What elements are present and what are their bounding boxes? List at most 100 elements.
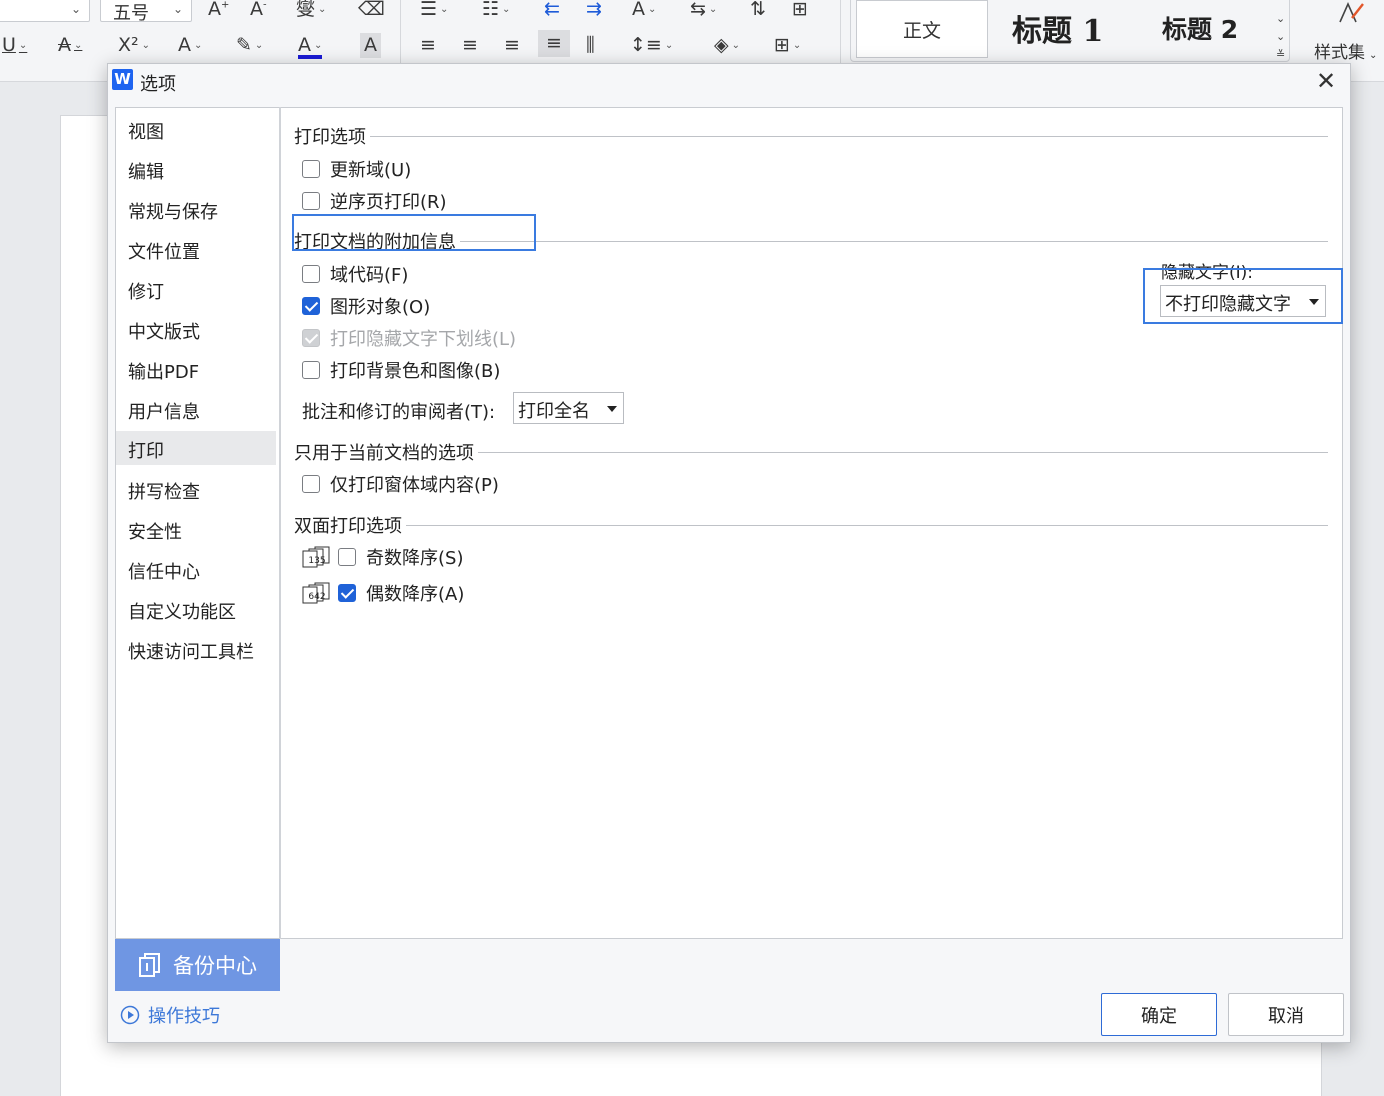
hidden-text-value: 不打印隐藏文字 (1165, 294, 1291, 315)
even-descending-checkbox[interactable] (338, 584, 356, 602)
grow-font-icon[interactable]: A+ (208, 0, 229, 19)
hidden-text-underline-checkbox (302, 329, 320, 347)
drawing-objects-checkbox[interactable] (302, 297, 320, 315)
clear-format-icon[interactable]: ⌫ (358, 0, 385, 19)
even-pages-stack-icon: 642 (302, 582, 330, 604)
nav-item-track-changes[interactable]: 修订 (116, 272, 276, 306)
char-shading-icon[interactable]: A (360, 33, 381, 58)
field-codes-checkbox[interactable] (302, 265, 320, 283)
shading-icon[interactable]: ◈ ⌄ (714, 36, 740, 55)
section-duplex: 双面打印选项 (294, 512, 1328, 538)
nav-item-general-save[interactable]: 常规与保存 (116, 192, 276, 226)
style-normal[interactable]: 正文 (856, 0, 988, 58)
odd-pages-stack-icon: 135 (302, 546, 330, 568)
decrease-indent-icon[interactable]: ⇇ (544, 0, 560, 19)
backup-center-button[interactable]: 备份中心 (115, 939, 280, 991)
hidden-text-label: 隐藏文字(I): (1161, 263, 1254, 283)
styles-scroll-icon[interactable]: ⌄ ⌄ ≚ (1276, 10, 1285, 64)
nav-item-trust-center[interactable]: 信任中心 (116, 552, 276, 586)
nav-item-file-locations[interactable]: 文件位置 (116, 232, 276, 266)
section-print-options-label: 打印选项 (294, 127, 366, 148)
align-center-icon[interactable]: ≡ (462, 36, 478, 55)
section-print-options: 打印选项 (294, 123, 1328, 149)
borders-icon[interactable]: ⊞ ⌄ (774, 36, 801, 55)
text-effect-icon[interactable]: A ⌄ (178, 36, 202, 55)
field-codes-option[interactable]: 域代码(F) (302, 261, 408, 287)
style-heading-1[interactable]: 标题 1 (1012, 6, 1103, 50)
text-direction-icon[interactable]: A ⌄ (632, 0, 656, 19)
underline-icon[interactable]: U ⌄ (2, 36, 27, 55)
nav-item-security[interactable]: 安全性 (116, 512, 276, 546)
style-set-icon[interactable] (1336, 0, 1366, 26)
drawing-objects-label: 图形对象(O) (330, 297, 431, 318)
strikethrough-icon[interactable]: A ⌄ (58, 36, 82, 55)
phonetic-guide-icon[interactable]: 燮 ⌄ (296, 0, 326, 19)
section-current-doc: 只用于当前文档的选项 (294, 439, 1328, 465)
line-spacing-icon[interactable]: ↕≡ ⌄ (630, 36, 673, 55)
reverse-order-checkbox[interactable] (302, 192, 320, 210)
show-marks-icon[interactable]: ⊞ (792, 0, 808, 19)
form-fields-only-label: 仅打印窗体域内容(P) (330, 475, 499, 496)
style-set-button[interactable]: 样式集 ⌄ (1314, 38, 1377, 63)
nav-item-export-pdf[interactable]: 输出PDF (116, 352, 276, 386)
form-fields-only-option[interactable]: 仅打印窗体域内容(P) (302, 471, 499, 497)
ribbon-separator (840, 0, 841, 70)
nav-item-view[interactable]: 视图 (116, 112, 276, 146)
wrap-icon[interactable]: ⇆ ⌄ (690, 0, 717, 19)
bullet-list-icon[interactable]: ☰ ⌄ (420, 0, 448, 19)
background-option[interactable]: 打印背景色和图像(B) (302, 357, 500, 383)
drawing-objects-option[interactable]: 图形对象(O) (302, 293, 430, 319)
close-icon: ✕ (1315, 67, 1337, 95)
numbered-list-icon[interactable]: ☷ ⌄ (482, 0, 510, 19)
tips-link[interactable]: 操作技巧 (120, 1002, 220, 1028)
font-size-combo[interactable]: 五号 ⌄ (100, 0, 192, 24)
field-codes-label: 域代码(F) (330, 265, 409, 286)
update-fields-option[interactable]: 更新域(U) (302, 156, 411, 182)
font-color-icon[interactable]: A ⌄ (298, 36, 323, 59)
odd-descending-option[interactable]: 135 奇数降序(S) (302, 544, 463, 570)
ok-button[interactable]: 确定 (1101, 993, 1217, 1036)
nav-item-quick-access-toolbar[interactable]: 快速访问工具栏 (116, 632, 276, 666)
background-checkbox[interactable] (302, 361, 320, 379)
align-right-icon[interactable]: ≡ (504, 36, 520, 55)
reverse-order-option[interactable]: 逆序页打印(R) (302, 188, 447, 214)
nav-item-customize-ribbon[interactable]: 自定义功能区 (116, 592, 276, 626)
ribbon-separator (400, 0, 401, 70)
shrink-font-icon[interactable]: A- (250, 0, 267, 19)
nav-item-chinese-layout[interactable]: 中文版式 (116, 312, 276, 346)
nav-item-print[interactable]: 打印 (116, 431, 276, 465)
form-fields-only-checkbox[interactable] (302, 475, 320, 493)
dialog-titlebar[interactable]: W 选项 ✕ (108, 64, 1350, 100)
increase-indent-icon[interactable]: ⇉ (586, 0, 602, 19)
sort-icon[interactable]: ⇅ (750, 0, 766, 19)
font-name-combo[interactable]: ⌄ (0, 0, 90, 22)
even-descending-option[interactable]: 642 偶数降序(A) (302, 580, 464, 606)
even-pages-digits: 642 (308, 592, 325, 602)
superscript-icon[interactable]: X² ⌄ (118, 36, 150, 55)
reviewer-value: 打印全名 (518, 401, 590, 422)
style-heading-2[interactable]: 标题 2 (1162, 10, 1238, 46)
justify-icon[interactable]: ≡ (538, 30, 570, 57)
even-descending-label: 偶数降序(A) (366, 584, 465, 605)
style-set-label: 样式集 (1314, 43, 1365, 63)
nav-item-edit[interactable]: 编辑 (116, 152, 276, 186)
section-extra-info: 打印文档的附加信息 (294, 228, 1328, 254)
nav-item-spelling[interactable]: 拼写检查 (116, 472, 276, 506)
update-fields-checkbox[interactable] (302, 160, 320, 178)
dropdown-arrow-icon (607, 406, 617, 412)
distribute-icon[interactable]: ⫼ (586, 36, 595, 55)
align-left-icon[interactable]: ≡ (420, 36, 436, 55)
dialog-title: 选项 (140, 74, 176, 95)
section-extra-info-label: 打印文档的附加信息 (294, 232, 456, 253)
background-label: 打印背景色和图像(B) (330, 361, 501, 382)
reviewer-select[interactable]: 打印全名 (513, 392, 624, 424)
options-dialog: W 选项 ✕ 视图 编辑 常规与保存 文件位置 修订 中文版式 输出PDF 用户… (107, 63, 1351, 1043)
reviewer-label: 批注和修订的审阅者(T): (302, 402, 496, 423)
highlight-icon[interactable]: ✎ ⌄ (236, 36, 263, 55)
nav-item-user-info[interactable]: 用户信息 (116, 392, 276, 426)
hidden-text-select[interactable]: 不打印隐藏文字 (1160, 285, 1326, 317)
odd-descending-checkbox[interactable] (338, 548, 356, 566)
close-button[interactable]: ✕ (1312, 67, 1340, 95)
backup-center-label: 备份中心 (173, 954, 257, 978)
cancel-button[interactable]: 取消 (1228, 993, 1344, 1036)
